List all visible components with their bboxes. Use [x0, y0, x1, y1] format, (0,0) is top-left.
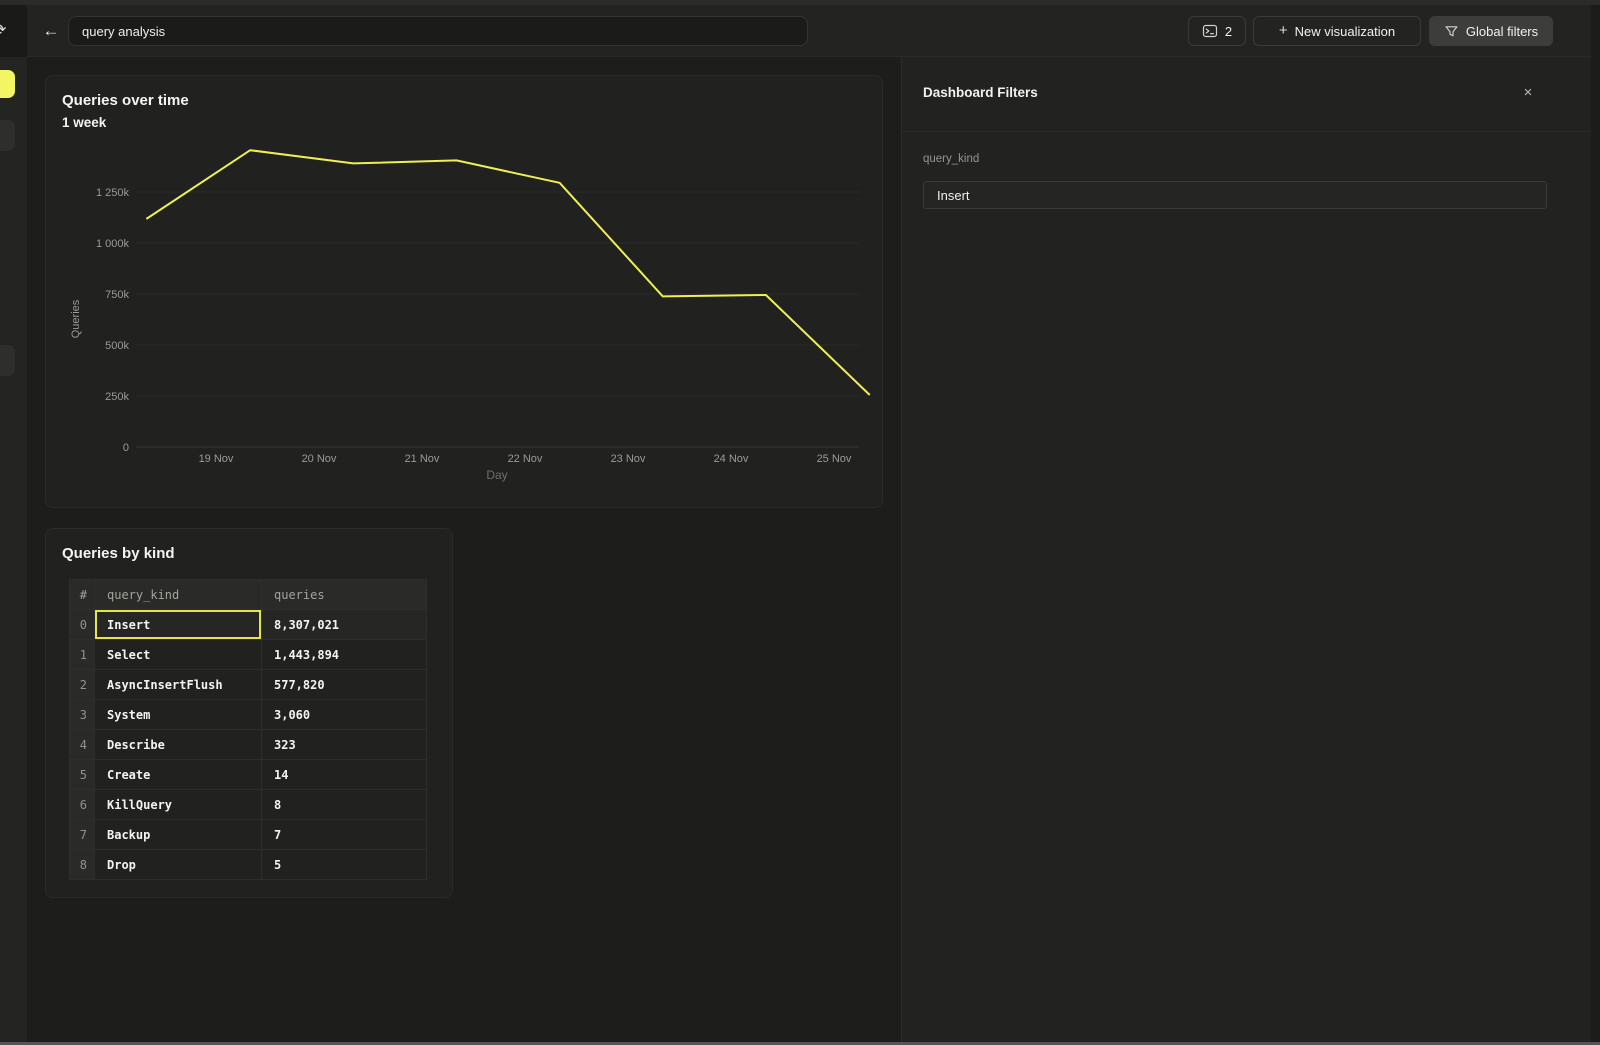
row-index-cell: 4	[70, 730, 95, 760]
query-kind-cell[interactable]: Insert	[95, 610, 262, 640]
header-queries[interactable]: queries	[262, 580, 427, 610]
rail-header: ⟳	[0, 5, 27, 57]
tabs-count: 2	[1225, 24, 1232, 39]
queries-cell[interactable]: 7	[262, 820, 427, 850]
query-kind-cell[interactable]: KillQuery	[95, 790, 262, 820]
table-row: 4Describe323	[70, 730, 427, 760]
queries-by-kind-table-wrap: # query_kind queries 0Insert8,307,0211Se…	[69, 579, 426, 880]
row-index-cell: 5	[70, 760, 95, 790]
query-kind-cell[interactable]: Describe	[95, 730, 262, 760]
console-icon	[1202, 23, 1218, 39]
table-title: Queries by kind	[62, 545, 175, 562]
sidebar-item-2[interactable]	[0, 120, 15, 151]
header-query-kind[interactable]: query_kind	[95, 580, 262, 610]
plus-icon: +	[1279, 22, 1288, 39]
global-filters-label: Global filters	[1466, 24, 1538, 39]
y-axis-title: Queries	[70, 299, 82, 338]
sidebar-item-3[interactable]	[0, 345, 15, 376]
x-tick-label: 20 Nov	[302, 453, 337, 465]
row-index-cell: 1	[70, 640, 95, 670]
table-row: 8Drop5	[70, 850, 427, 880]
row-index-cell: 6	[70, 790, 95, 820]
new-visualization-button[interactable]: + New visualization	[1253, 16, 1421, 46]
row-index-cell: 2	[70, 670, 95, 700]
window-top-edge	[0, 0, 1600, 5]
x-tick-label: 24 Nov	[714, 453, 749, 465]
dashboard-title-input[interactable]	[68, 16, 808, 46]
y-tick-label: 1 250k	[96, 187, 130, 199]
row-index-cell: 8	[70, 850, 95, 880]
row-index-cell: 0	[70, 610, 95, 640]
queries-over-time-chart: 0 250k 500k 750k 1 000k 1 250k Queries 19 Nov 20…	[46, 76, 882, 507]
y-tick-label: 250k	[105, 391, 129, 403]
table-row: 1Select1,443,894	[70, 640, 427, 670]
topbar: ← 2 + New visualization Global filters	[27, 5, 1600, 57]
y-tick-label: 1 000k	[96, 238, 130, 250]
app-window: ⟳ ← 2 + New visualization Global filters	[0, 0, 1600, 1045]
x-tick-label: 21 Nov	[405, 453, 440, 465]
query-kind-cell[interactable]: Select	[95, 640, 262, 670]
x-tick-label: 19 Nov	[199, 453, 234, 465]
queries-by-kind-card: Queries by kind # query_kind queries 0In…	[45, 528, 453, 898]
queries-cell[interactable]: 8	[262, 790, 427, 820]
x-tick-label: 22 Nov	[508, 453, 543, 465]
query-kind-cell[interactable]: Backup	[95, 820, 262, 850]
table-row: 3System3,060	[70, 700, 427, 730]
global-filters-button[interactable]: Global filters	[1429, 16, 1553, 46]
query-kind-cell[interactable]: System	[95, 700, 262, 730]
query-kind-cell[interactable]: Drop	[95, 850, 262, 880]
query-kind-filter-input[interactable]	[923, 181, 1547, 209]
refresh-icon[interactable]: ⟳	[0, 20, 6, 40]
query-kind-cell[interactable]: Create	[95, 760, 262, 790]
queries-over-time-card: Queries over time 1 week 0250k500k750k1 …	[45, 75, 883, 508]
filters-panel-title: Dashboard Filters	[923, 85, 1038, 100]
queries-cell[interactable]: 577,820	[262, 670, 427, 700]
new-visualization-label: New visualization	[1295, 24, 1395, 39]
queries-by-kind-table: # query_kind queries 0Insert8,307,0211Se…	[69, 579, 427, 880]
series-line	[147, 150, 869, 394]
table-row: 2AsyncInsertFlush577,820	[70, 670, 427, 700]
query-kind-cell[interactable]: AsyncInsertFlush	[95, 670, 262, 700]
console-tabs-button[interactable]: 2	[1188, 16, 1246, 46]
table-row: 6KillQuery8	[70, 790, 427, 820]
queries-cell[interactable]: 8,307,021	[262, 610, 427, 640]
y-tick-label: 750k	[105, 289, 129, 301]
sidebar-item-active[interactable]	[0, 70, 15, 98]
queries-cell[interactable]: 3,060	[262, 700, 427, 730]
panel-divider	[902, 131, 1600, 132]
table-row: 7Backup7	[70, 820, 427, 850]
queries-cell[interactable]: 323	[262, 730, 427, 760]
x-tick-label: 23 Nov	[611, 453, 646, 465]
row-index-cell: 7	[70, 820, 95, 850]
row-index-cell: 3	[70, 700, 95, 730]
back-button[interactable]: ←	[39, 19, 63, 43]
close-icon[interactable]: ×	[1518, 83, 1538, 103]
x-tick-label: 25 Nov	[817, 453, 852, 465]
funnel-icon	[1444, 24, 1459, 39]
filter-field-label: query_kind	[923, 153, 979, 165]
left-nav-rail: ⟳	[0, 5, 27, 1045]
y-tick-label: 0	[123, 442, 129, 454]
table-row: 0Insert8,307,021	[70, 610, 427, 640]
queries-cell[interactable]: 1,443,894	[262, 640, 427, 670]
window-right-edge	[1591, 5, 1600, 1045]
x-axis-title: Day	[486, 468, 507, 482]
table-header-row: # query_kind queries	[70, 580, 427, 610]
queries-cell[interactable]: 5	[262, 850, 427, 880]
header-index[interactable]: #	[70, 580, 95, 610]
queries-cell[interactable]: 14	[262, 760, 427, 790]
table-row: 5Create14	[70, 760, 427, 790]
dashboard-filters-panel: Dashboard Filters × query_kind	[901, 57, 1600, 1045]
y-tick-label: 500k	[105, 340, 129, 352]
